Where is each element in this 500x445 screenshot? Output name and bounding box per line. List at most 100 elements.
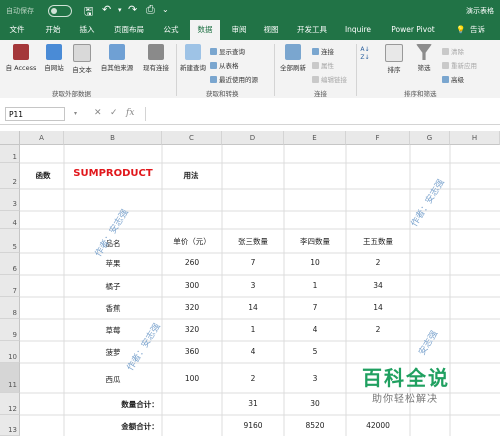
recent-sources-button[interactable]: 最近使用的源 — [210, 74, 258, 84]
item-name[interactable]: 香蕉 — [100, 303, 126, 314]
formula-input[interactable] — [145, 107, 498, 121]
item-name[interactable]: 橘子 — [100, 281, 126, 292]
item-li[interactable]: 7 — [286, 303, 344, 312]
row-header-12[interactable]: 12 — [0, 393, 20, 415]
item-name[interactable]: 菠萝 — [100, 347, 126, 358]
tab-insert[interactable]: 插入 — [74, 20, 100, 40]
item-wang[interactable]: 34 — [348, 281, 408, 290]
tab-home[interactable]: 开始 — [40, 20, 66, 40]
undo-dropdown-icon[interactable]: ▾ — [118, 6, 122, 14]
item-price[interactable]: 260 — [164, 258, 220, 267]
cell-a2[interactable]: 函数 — [30, 170, 56, 181]
edit-links-button[interactable]: 编辑链接 — [312, 74, 347, 84]
tab-page-layout[interactable]: 页面布局 — [108, 20, 150, 40]
header-zhang[interactable]: 张三数量 — [224, 236, 282, 247]
existing-connections-button[interactable]: 现有连接 — [140, 44, 172, 72]
clear-filter-button[interactable]: 清除 — [442, 46, 464, 56]
item-zhang[interactable]: 4 — [224, 347, 282, 356]
reapply-button[interactable]: 重新应用 — [442, 60, 477, 70]
customize-qat-icon[interactable]: ⌄ — [162, 5, 169, 14]
row-header-8[interactable]: 8 — [0, 297, 20, 319]
confirm-icon[interactable]: ✓ — [110, 108, 118, 118]
row-header-11[interactable]: 11 — [0, 363, 20, 393]
redo-icon[interactable]: ↷ — [128, 3, 137, 16]
refresh-all-button[interactable]: 全部刷新 — [278, 44, 308, 72]
item-price[interactable]: 300 — [164, 281, 220, 290]
row-header-2[interactable]: 2 — [0, 163, 20, 189]
tab-data[interactable]: 数据 — [190, 20, 220, 40]
cell-c2[interactable]: 用法 — [176, 170, 206, 181]
item-zhang[interactable]: 2 — [224, 374, 282, 383]
from-text-button[interactable]: 自文本 — [70, 44, 94, 74]
column-header-b[interactable]: B — [64, 131, 162, 145]
header-price[interactable]: 单价（元） — [164, 236, 220, 247]
qty-total-label[interactable]: 数量合计： — [112, 399, 168, 410]
item-wang[interactable]: 2 — [348, 325, 408, 334]
filter-button[interactable]: 筛选 — [412, 44, 436, 72]
column-header-c[interactable]: C — [162, 131, 222, 145]
item-wang[interactable]: 2 — [348, 258, 408, 267]
row-header-9[interactable]: 9 — [0, 319, 20, 341]
item-li[interactable]: 5 — [286, 347, 344, 356]
connections-button[interactable]: 连接 — [312, 46, 334, 56]
from-table-button[interactable]: 从表格 — [210, 60, 239, 70]
from-other-sources-button[interactable]: 自其他来源 — [98, 44, 136, 72]
tab-file[interactable]: 文件 — [4, 20, 30, 40]
tell-me-search[interactable]: 告诉 — [470, 20, 500, 40]
column-header-a[interactable]: A — [20, 131, 64, 145]
row-header-5[interactable]: 5 — [0, 229, 20, 253]
from-access-button[interactable]: 自 Access — [3, 44, 39, 72]
item-li[interactable]: 10 — [286, 258, 344, 267]
from-web-button[interactable]: 自网站 — [42, 44, 66, 72]
row-header-1[interactable]: 1 — [0, 145, 20, 163]
tab-formulas[interactable]: 公式 — [158, 20, 184, 40]
properties-button[interactable]: 属性 — [312, 60, 334, 70]
tab-developer[interactable]: 开发工具 — [292, 20, 332, 40]
item-name[interactable]: 苹果 — [100, 258, 126, 269]
print-preview-icon[interactable]: ⎙ — [146, 3, 155, 17]
amount-total-label[interactable]: 金额合计： — [112, 421, 168, 432]
item-zhang[interactable]: 14 — [224, 303, 282, 312]
amount-total-wang[interactable]: 42000 — [348, 421, 408, 430]
item-price[interactable]: 320 — [164, 303, 220, 312]
qty-total-li[interactable]: 30 — [286, 399, 344, 408]
item-name[interactable]: 草莓 — [100, 325, 126, 336]
autosave-toggle[interactable] — [48, 5, 72, 17]
show-queries-button[interactable]: 显示查询 — [210, 46, 245, 56]
item-zhang[interactable]: 1 — [224, 325, 282, 334]
item-price[interactable]: 320 — [164, 325, 220, 334]
tab-review[interactable]: 审阅 — [226, 20, 252, 40]
item-wang[interactable]: 14 — [348, 303, 408, 312]
column-header-g[interactable]: G — [410, 131, 450, 145]
select-all-corner[interactable] — [0, 131, 20, 145]
tab-inquire[interactable]: Inquire — [340, 20, 376, 40]
item-li[interactable]: 3 — [286, 374, 344, 383]
sort-button[interactable]: 排序 — [382, 44, 406, 74]
advanced-filter-button[interactable]: 高级 — [442, 74, 464, 84]
insert-function-icon[interactable]: fx — [126, 108, 134, 118]
item-li[interactable]: 1 — [286, 281, 344, 290]
tab-view[interactable]: 视图 — [258, 20, 284, 40]
item-li[interactable]: 4 — [286, 325, 344, 334]
amount-total-zhang[interactable]: 9160 — [224, 421, 282, 430]
item-name[interactable]: 西瓜 — [100, 374, 126, 385]
new-query-button[interactable]: 新建查询 — [180, 44, 206, 72]
row-header-13[interactable]: 13 — [0, 415, 20, 436]
item-price[interactable]: 360 — [164, 347, 220, 356]
tab-power-pivot[interactable]: Power Pivot — [386, 20, 440, 40]
column-header-e[interactable]: E — [284, 131, 346, 145]
header-wang[interactable]: 王五数量 — [348, 236, 408, 247]
row-header-4[interactable]: 4 — [0, 211, 20, 229]
item-price[interactable]: 100 — [164, 374, 220, 383]
row-header-10[interactable]: 10 — [0, 341, 20, 363]
item-zhang[interactable]: 7 — [224, 258, 282, 267]
qty-total-zhang[interactable]: 31 — [224, 399, 282, 408]
column-header-h[interactable]: H — [450, 131, 500, 145]
amount-total-li[interactable]: 8520 — [286, 421, 344, 430]
header-li[interactable]: 李四数量 — [286, 236, 344, 247]
row-header-7[interactable]: 7 — [0, 275, 20, 297]
cancel-icon[interactable]: ✕ — [94, 108, 102, 118]
cell-b2[interactable]: SUMPRODUCT — [66, 168, 160, 179]
undo-icon[interactable]: ↶ — [102, 3, 111, 16]
row-header-3[interactable]: 3 — [0, 189, 20, 211]
